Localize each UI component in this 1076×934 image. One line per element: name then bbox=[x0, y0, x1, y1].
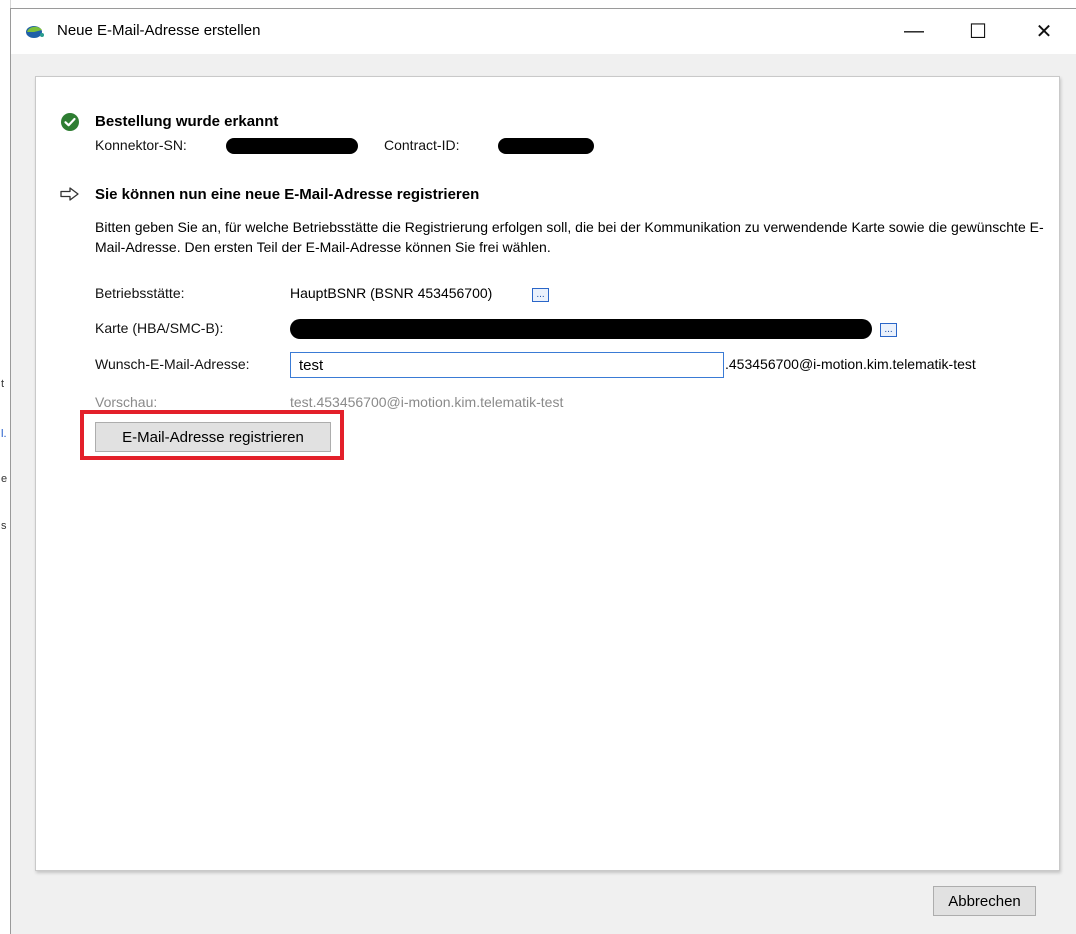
dialog-window: Neue E-Mail-Adresse erstellen — ☐ ✕ Best… bbox=[10, 8, 1076, 934]
app-logo-icon bbox=[26, 26, 44, 38]
close-button[interactable]: ✕ bbox=[1015, 9, 1073, 54]
background-text-fragment: t bbox=[1, 378, 5, 390]
redacted-contract-id bbox=[498, 138, 594, 154]
content-panel: Bestellung wurde erkannt Konnektor-SN: C… bbox=[35, 76, 1060, 871]
background-text-fragment: s bbox=[1, 520, 7, 532]
cancel-button[interactable]: Abbrechen bbox=[933, 886, 1036, 916]
card-browse-button[interactable]: ... bbox=[880, 323, 897, 337]
site-label: Betriebsstätte: bbox=[95, 285, 185, 301]
preview-label: Vorschau: bbox=[95, 394, 158, 410]
connector-sn-label: Konnektor-SN: bbox=[95, 137, 187, 153]
redacted-connector-sn bbox=[226, 138, 358, 154]
background-text-fragment: l. bbox=[1, 428, 7, 440]
maximize-button[interactable]: ☐ bbox=[949, 9, 1007, 54]
order-detected-heading: Bestellung wurde erkannt bbox=[95, 113, 279, 130]
register-email-button[interactable]: E-Mail-Adresse registrieren bbox=[95, 422, 331, 452]
check-circle-icon bbox=[61, 113, 79, 131]
email-domain-suffix: .453456700@i-motion.kim.telematik-test bbox=[725, 356, 976, 372]
preview-value: test.453456700@i-motion.kim.telematik-te… bbox=[290, 394, 564, 410]
background-text-fragment: e bbox=[1, 473, 8, 485]
minimize-button[interactable]: — bbox=[885, 9, 943, 54]
email-label: Wunsch-E-Mail-Adresse: bbox=[95, 356, 250, 372]
site-browse-button[interactable]: ... bbox=[532, 288, 549, 302]
register-description: Bitten geben Sie an, für welche Betriebs… bbox=[95, 219, 1044, 255]
title-bar[interactable]: Neue E-Mail-Adresse erstellen — ☐ ✕ bbox=[11, 9, 1076, 54]
site-value: HauptBSNR (BSNR 453456700) bbox=[290, 285, 493, 301]
register-heading: Sie können nun eine neue E-Mail-Adresse … bbox=[95, 186, 480, 203]
window-title: Neue E-Mail-Adresse erstellen bbox=[57, 22, 261, 39]
contract-id-label: Contract-ID: bbox=[384, 137, 460, 153]
arrow-right-icon bbox=[60, 187, 79, 201]
redacted-card-value bbox=[290, 319, 872, 339]
card-label: Karte (HBA/SMC-B): bbox=[95, 320, 224, 336]
email-input[interactable] bbox=[291, 353, 723, 377]
email-input-field[interactable] bbox=[290, 352, 724, 378]
